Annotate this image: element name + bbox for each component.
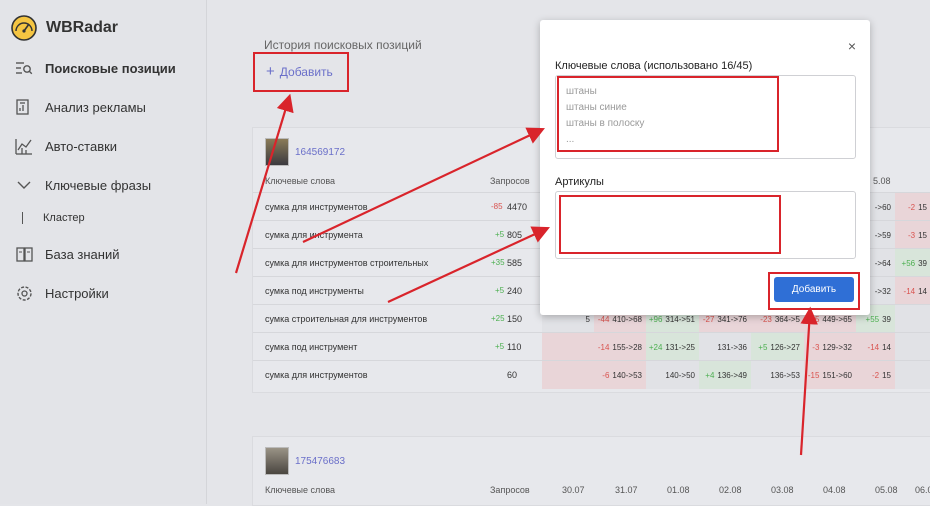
annotation-arrows [234, 93, 818, 456]
